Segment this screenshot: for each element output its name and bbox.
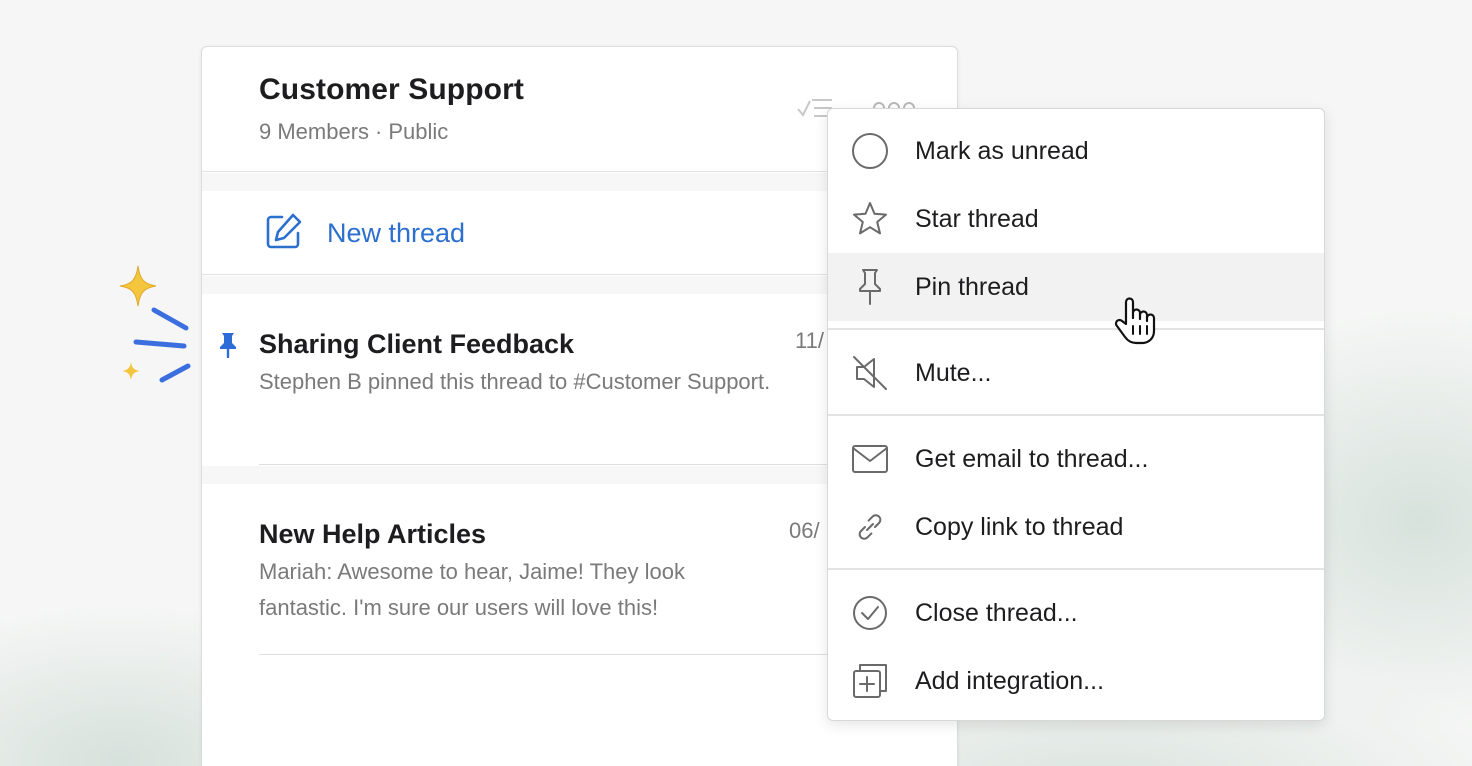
thread-date: 11/ (795, 328, 824, 353)
menu-item-get-email[interactable]: Get email to thread... (828, 425, 1324, 493)
menu-item-label: Close thread... (915, 599, 1078, 627)
compose-icon (266, 213, 302, 249)
star-icon (850, 201, 890, 237)
thread-context-menu: Mark as unread Star thread Pin thread Mu… (827, 108, 1325, 721)
menu-item-label: Mark as unread (915, 137, 1089, 165)
menu-item-label: Add integration... (915, 667, 1105, 695)
mute-icon (850, 355, 890, 391)
member-count[interactable]: 9 Members (259, 119, 369, 144)
menu-item-mark-as-unread[interactable]: Mark as unread (828, 117, 1324, 185)
menu-item-star-thread[interactable]: Star thread (828, 185, 1324, 253)
menu-item-add-integration[interactable]: Add integration... (828, 647, 1324, 715)
menu-item-close-thread[interactable]: Close thread... (828, 579, 1324, 647)
menu-item-pin-thread[interactable]: Pin thread (828, 253, 1324, 321)
menu-item-label: Mute... (915, 359, 992, 387)
hand-cursor-icon (1114, 297, 1156, 345)
check-circle-icon (850, 595, 890, 631)
sparkle-decoration-icon (119, 265, 191, 383)
menu-item-label: Get email to thread... (915, 445, 1149, 473)
thread-title: New Help Articles (259, 519, 487, 549)
menu-item-label: Star thread (915, 205, 1039, 233)
circle-icon (850, 133, 890, 169)
thread-title: Sharing Client Feedback (259, 329, 575, 359)
link-icon (850, 509, 890, 545)
menu-item-label: Pin thread (915, 273, 1029, 301)
new-thread-label: New thread (327, 218, 466, 248)
add-integration-icon (850, 663, 890, 699)
visibility-label: Public (388, 119, 449, 144)
pin-icon (850, 269, 890, 305)
subtitle-separator: · (375, 119, 383, 144)
pin-icon (220, 333, 236, 358)
menu-item-label: Copy link to thread (915, 513, 1124, 541)
menu-divider (828, 328, 1324, 330)
menu-item-copy-link[interactable]: Copy link to thread (828, 493, 1324, 561)
thread-date: 06/ (789, 518, 820, 543)
thread-preview: Stephen B pinned this thread to #Custome… (259, 369, 771, 394)
menu-divider (828, 568, 1324, 570)
channel-title: Customer Support (259, 73, 524, 106)
thread-preview: Mariah: Awesome to hear, Jaime! They loo… (259, 559, 685, 620)
menu-item-mute[interactable]: Mute... (828, 339, 1324, 407)
menu-divider (828, 414, 1324, 416)
channel-subtitle: 9 Members · Public (259, 119, 448, 145)
envelope-icon (850, 441, 890, 477)
